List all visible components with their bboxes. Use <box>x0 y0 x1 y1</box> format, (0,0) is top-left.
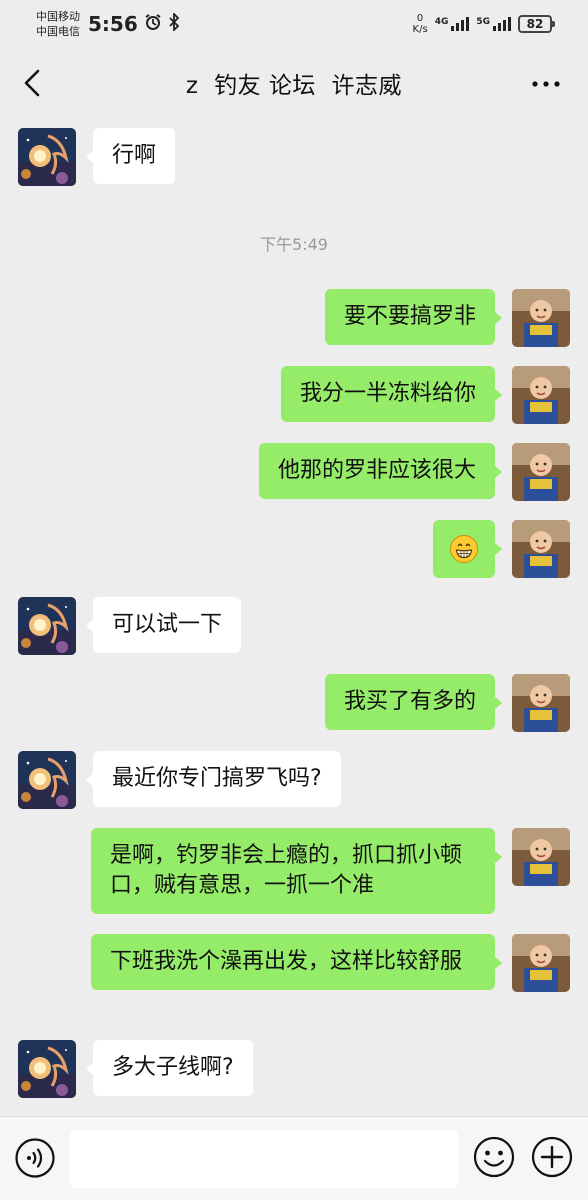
message-list[interactable]: 行啊 下午5:49 要不要搞罗非 我分一半冻料给你 他那的罗非应该很大 可以试一… <box>0 118 588 1116</box>
self-avatar[interactable] <box>512 289 570 347</box>
chat-title: z 钓友 论坛 许志威 <box>185 73 403 99</box>
self-avatar[interactable] <box>512 674 570 732</box>
self-avatar[interactable] <box>512 366 570 424</box>
friend-avatar[interactable] <box>18 597 76 655</box>
net-speed: 0 K/s <box>413 13 428 35</box>
self-avatar[interactable] <box>512 828 570 886</box>
chat-header: z 钓友 论坛 许志威 <box>0 48 588 118</box>
message-row: 我分一半冻料给你 <box>0 366 588 426</box>
self-avatar[interactable] <box>512 520 570 578</box>
outgoing-message[interactable]: 是啊，钓罗非会上瘾的，抓口抓小顿口，贼有意思，一抓一个准 <box>91 828 502 914</box>
more-options-button[interactable] <box>530 72 562 96</box>
incoming-message[interactable]: 行啊 <box>85 128 176 184</box>
outgoing-message[interactable] <box>433 520 502 578</box>
message-row: 多大子线啊? <box>0 1040 588 1100</box>
message-row: 行啊 <box>0 128 588 188</box>
message-row: 下班我洗个澡再出发，这样比较舒服 <box>0 934 588 1024</box>
battery-icon: 82 <box>518 15 555 33</box>
message-row: 要不要搞罗非 <box>0 289 588 349</box>
input-bar <box>0 1116 588 1200</box>
message-row: 最近你专门搞罗飞吗? <box>0 751 588 811</box>
message-row: 是啊，钓罗非会上瘾的，抓口抓小顿口，贼有意思，一抓一个准 <box>0 828 588 918</box>
voice-input-button[interactable] <box>14 1137 56 1179</box>
incoming-message[interactable]: 可以试一下 <box>85 597 242 653</box>
self-avatar[interactable] <box>512 934 570 992</box>
friend-avatar[interactable] <box>18 751 76 809</box>
signal-2-tech: 5G <box>476 17 490 27</box>
chevron-left-icon <box>24 69 40 97</box>
signal-1-tech: 4G <box>434 17 449 27</box>
carrier-2: 中国电信 <box>36 25 80 38</box>
status-time: 5:56 <box>88 12 138 36</box>
plus-icon <box>531 1136 573 1178</box>
carrier-labels: 中国移动 中国电信 <box>36 9 80 39</box>
carrier-1: 中国移动 <box>36 10 80 23</box>
emoji-button[interactable] <box>472 1135 516 1179</box>
more-dots-icon <box>532 81 560 87</box>
alarm-icon <box>144 13 162 35</box>
message-row <box>0 520 588 580</box>
battery-level: 82 <box>526 17 544 31</box>
status-bar: 中国移动 中国电信 5:56 0 K/s 4G 5G 82 <box>0 0 588 48</box>
message-row: 他那的罗非应该很大 <box>0 443 588 503</box>
outgoing-message[interactable]: 我分一半冻料给你 <box>280 366 503 422</box>
message-row: 我买了有多的 <box>0 674 588 734</box>
voice-icon <box>15 1138 55 1178</box>
outgoing-message[interactable]: 要不要搞罗非 <box>324 289 503 345</box>
outgoing-message[interactable]: 他那的罗非应该很大 <box>258 443 503 499</box>
net-speed-unit: K/s <box>412 24 428 35</box>
net-speed-value: 0 <box>416 13 424 24</box>
friend-avatar[interactable] <box>18 128 76 186</box>
smiley-icon <box>473 1136 515 1178</box>
incoming-message[interactable]: 多大子线啊? <box>86 1040 253 1096</box>
outgoing-message[interactable]: 下班我洗个澡再出发，这样比较舒服 <box>91 934 502 990</box>
bluetooth-icon <box>168 11 180 35</box>
more-functions-button[interactable] <box>530 1135 574 1179</box>
signal-2-icon: 5G <box>476 17 511 31</box>
self-avatar[interactable] <box>512 443 570 501</box>
back-button[interactable] <box>18 68 48 98</box>
incoming-message[interactable]: 最近你专门搞罗飞吗? <box>86 751 341 807</box>
friend-avatar[interactable] <box>18 1040 76 1098</box>
message-timestamp: 下午5:49 <box>260 235 328 254</box>
message-row: 可以试一下 <box>0 597 588 657</box>
signal-1-icon: 4G <box>435 17 470 31</box>
outgoing-message[interactable]: 我买了有多的 <box>324 674 503 730</box>
message-input[interactable] <box>70 1130 458 1188</box>
grinning-face-icon <box>450 535 478 563</box>
